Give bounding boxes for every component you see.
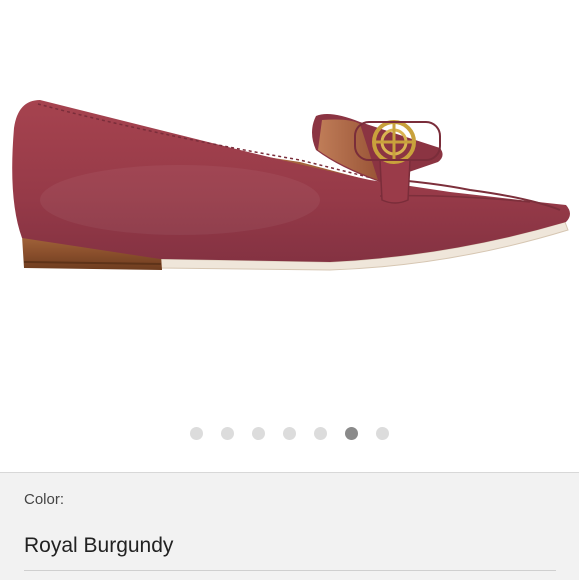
color-value[interactable]: Royal Burgundy bbox=[24, 534, 173, 558]
carousel-dot[interactable] bbox=[314, 426, 327, 440]
carousel-dot-active[interactable] bbox=[345, 426, 358, 440]
product-image-carousel[interactable] bbox=[0, 0, 579, 470]
product-page: Color: Royal Burgundy bbox=[0, 0, 579, 580]
color-label: Color: bbox=[24, 491, 65, 508]
carousel-dots bbox=[0, 425, 579, 441]
product-image[interactable] bbox=[0, 0, 579, 420]
carousel-dot[interactable] bbox=[252, 426, 265, 440]
color-selector[interactable]: Color: bbox=[0, 472, 579, 580]
shoe-strap bbox=[379, 159, 411, 204]
carousel-dot[interactable] bbox=[283, 426, 296, 440]
carousel-dot[interactable] bbox=[221, 426, 234, 440]
carousel-dot[interactable] bbox=[376, 426, 389, 440]
color-divider bbox=[24, 570, 556, 571]
carousel-dot[interactable] bbox=[190, 426, 203, 440]
